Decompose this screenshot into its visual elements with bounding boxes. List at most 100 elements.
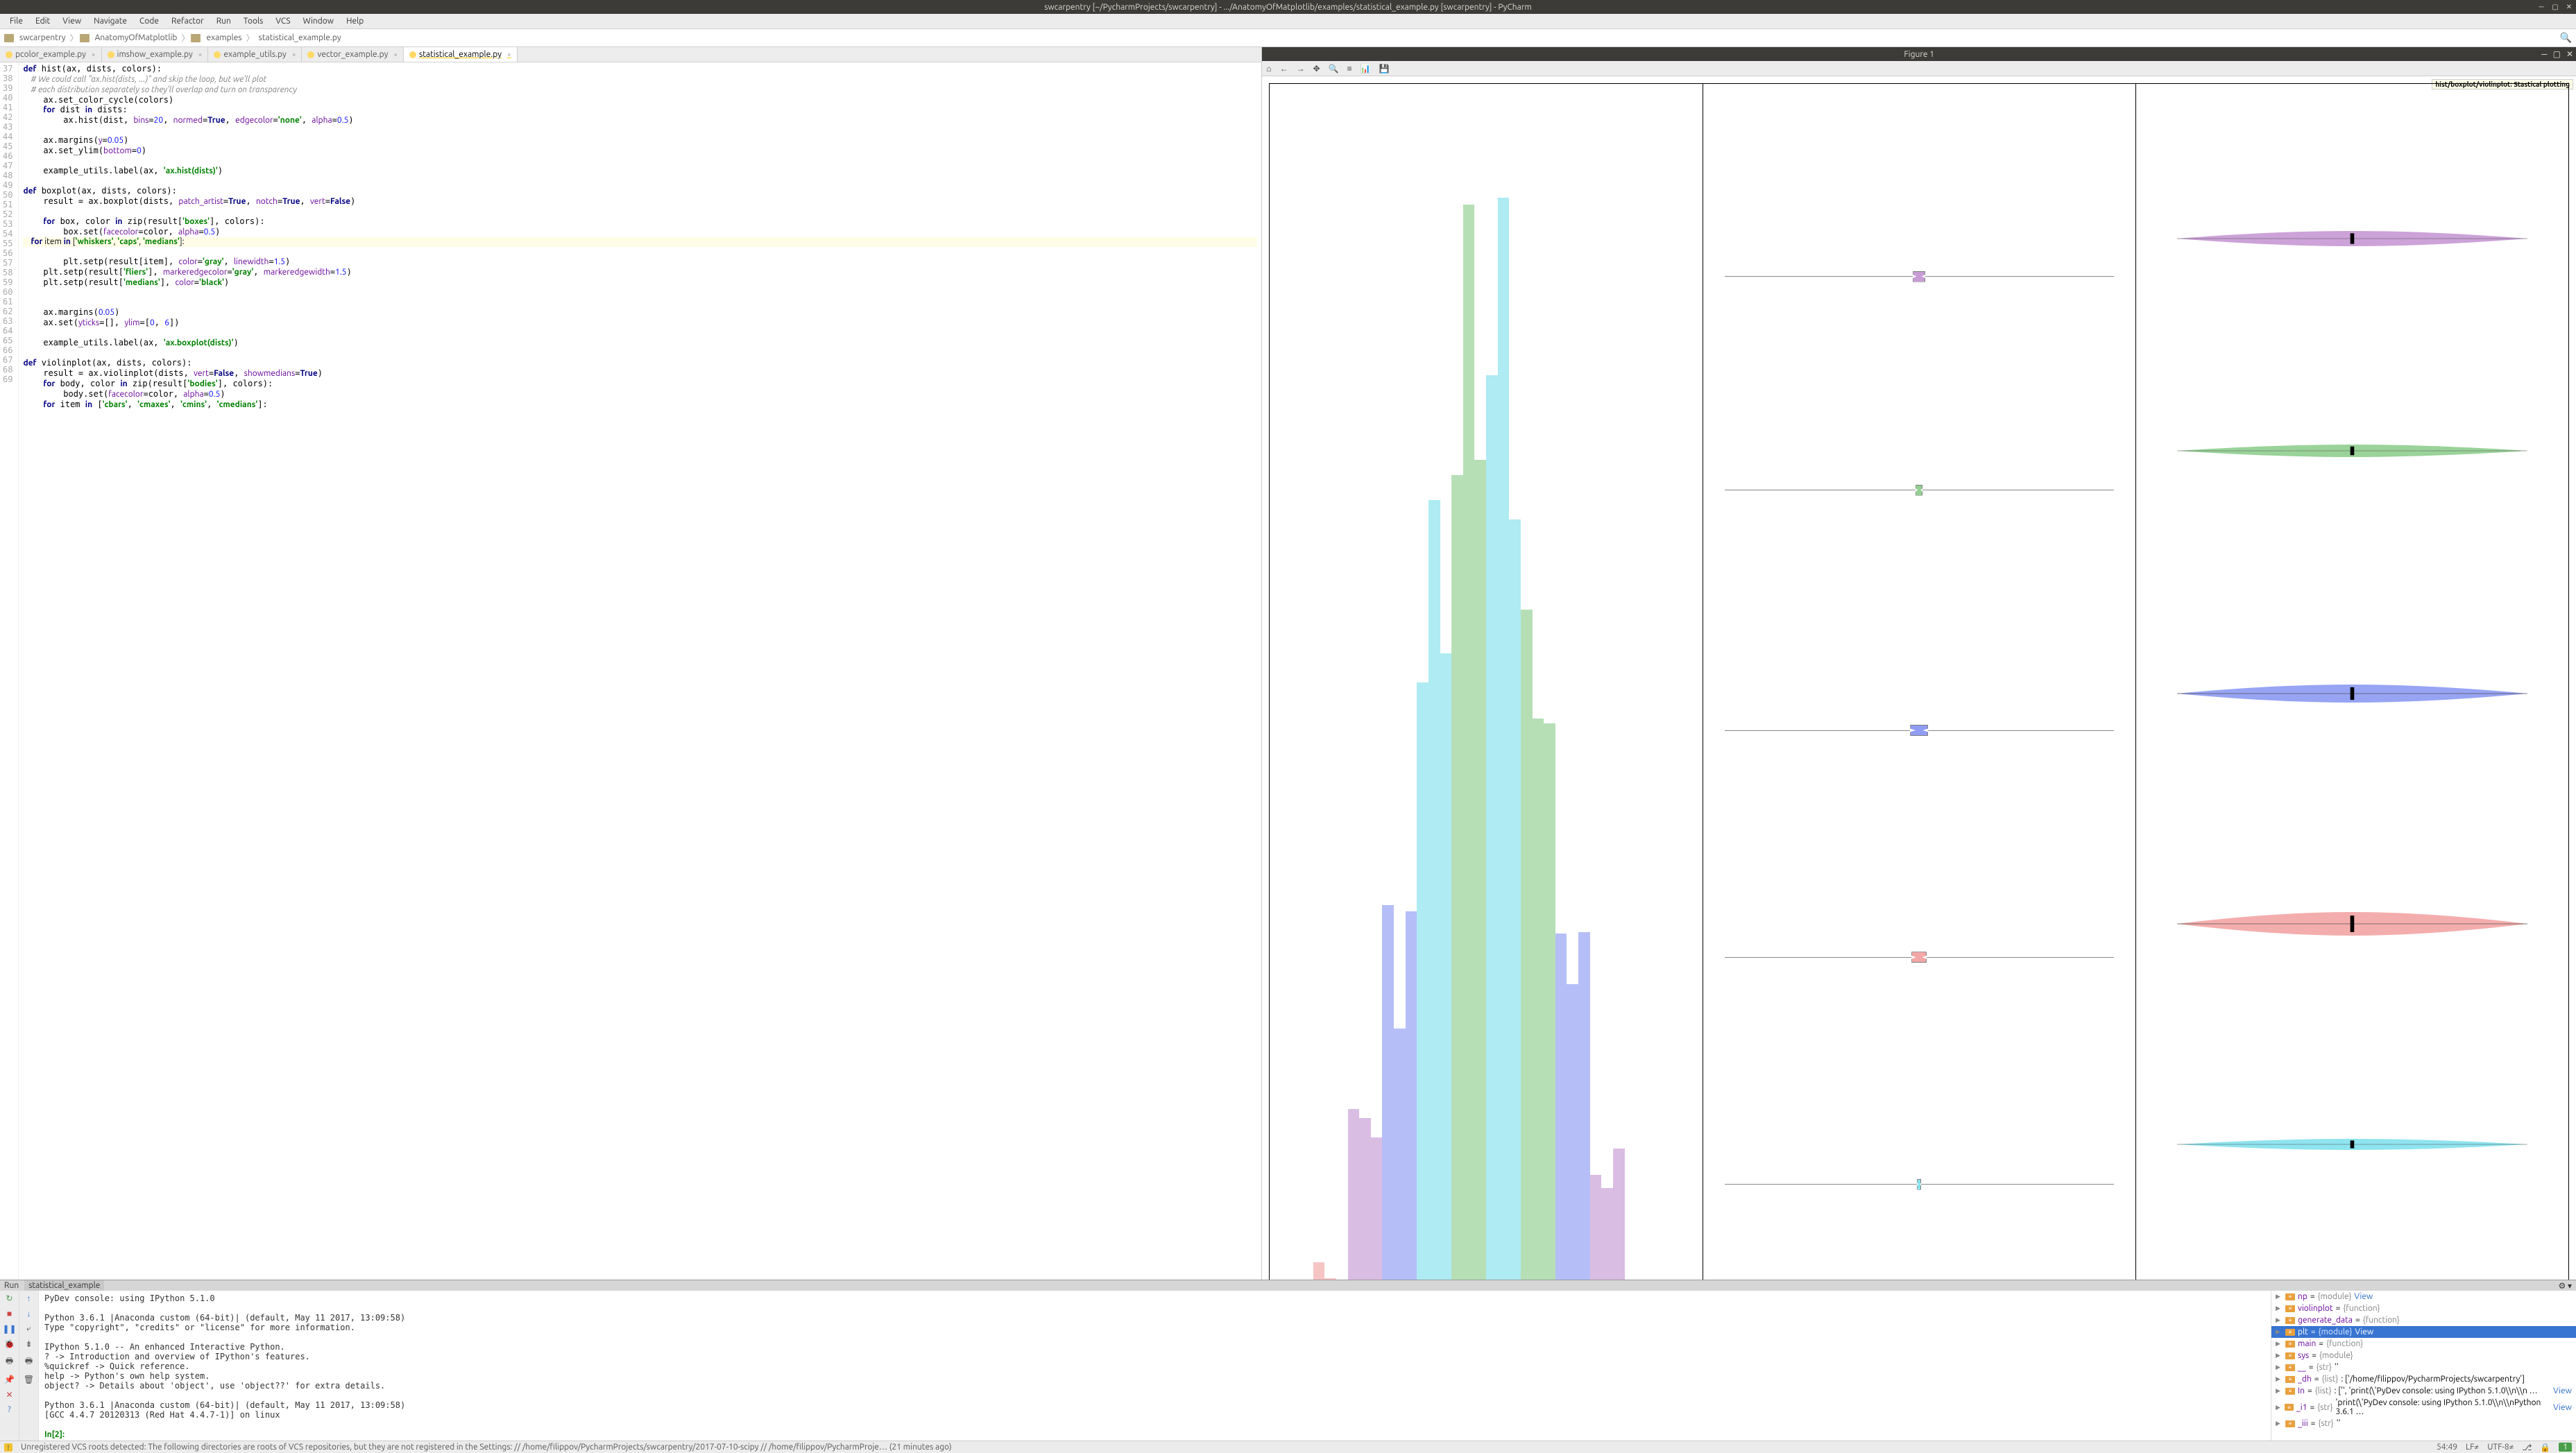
save-icon[interactable]: 💾 [1379,64,1390,74]
crumb-folder[interactable]: examples [203,33,244,42]
run-config[interactable]: statistical_example [24,1280,104,1291]
minimize-icon[interactable]: ─ [2537,3,2545,11]
figure-canvas[interactable]: hist/boxplot/violinplot: Stastical plott… [1262,76,2576,1427]
run-label[interactable]: Run [4,1281,19,1290]
expand-icon[interactable]: ▶ [2276,1305,2283,1312]
var-row-main[interactable]: ▶≡main = {function} [2271,1338,2576,1350]
pin-icon[interactable]: 📌 [4,1375,15,1384]
menu-run[interactable]: Run [211,15,237,27]
git-badge[interactable]: 1 [2559,1443,2572,1452]
expand-icon[interactable]: ▶ [2276,1293,2283,1300]
var-row-_iii[interactable]: ▶≡_iii = {str} '' [2271,1418,2576,1429]
expand-icon[interactable]: ▶ [2276,1340,2283,1348]
view-link[interactable]: View [2553,1386,2572,1395]
crumb-file[interactable]: statistical_example.py [256,33,344,42]
var-row-_i1[interactable]: ▶≡_i1 = {str} 'print(\'PyDev console: us… [2271,1397,2576,1418]
up-icon[interactable]: ↑ [27,1293,31,1303]
menu-view[interactable]: View [57,15,87,27]
expand-icon[interactable]: ▶ [2276,1387,2283,1395]
back-icon[interactable]: ← [1280,64,1288,74]
expand-icon[interactable]: ▶ [2276,1375,2283,1383]
crumb-folder[interactable]: AnatomyOfMatplotlib [92,33,180,42]
maximize-icon[interactable]: ▢ [2551,3,2559,11]
var-name: _dh [2298,1375,2312,1384]
tab-pcolor_example-py[interactable]: pcolor_example.py× [0,47,102,62]
tab-statistical_example-py[interactable]: statistical_example.py× [404,47,518,62]
search-icon[interactable]: 🔍 [2560,32,2572,44]
git-icon[interactable]: ⎇ [2522,1443,2532,1452]
view-link[interactable]: View [2553,1403,2572,1412]
var-type: {function} [2343,1304,2380,1313]
view-link[interactable]: View [2354,1292,2373,1301]
close-tab-icon[interactable]: × [292,51,296,58]
cursor-position[interactable]: 54:49 [2437,1443,2457,1452]
expand-icon[interactable]: ▶ [2276,1316,2283,1324]
tab-example_utils-py[interactable]: example_utils.py× [208,47,302,62]
code-area[interactable]: def hist(ax, dists, colors): # We could … [19,62,1261,1428]
menu-help[interactable]: Help [341,15,369,27]
var-row-generate_data[interactable]: ▶≡generate_data = {function} [2271,1314,2576,1326]
menu-window[interactable]: Window [298,15,339,27]
subplots-icon[interactable]: ≡ [1347,64,1352,74]
expand-icon[interactable]: ▶ [2276,1364,2283,1371]
close-tab-icon[interactable]: × [507,51,511,58]
scroll-icon[interactable]: ⇟ [25,1339,32,1349]
menu-code[interactable]: Code [134,15,164,27]
warning-icon[interactable]: ! [4,1443,12,1452]
variables-panel[interactable]: ▶≡np = {module} View▶≡violinplot = {func… [2271,1291,2576,1443]
debug-icon[interactable]: 🐞 [4,1339,15,1349]
wrap-icon[interactable]: ⤶ [26,1324,31,1334]
var-row-__[interactable]: ▶≡__ = {str} '' [2271,1361,2576,1373]
down-icon[interactable]: ↓ [27,1309,31,1318]
code-editor[interactable]: 3738394041424344454647484950515253545556… [0,62,1261,1428]
var-row-violinplot[interactable]: ▶≡violinplot = {function} [2271,1302,2576,1314]
var-value: '' [2335,1363,2339,1372]
encoding[interactable]: UTF-8≠ [2487,1443,2514,1452]
status-message[interactable]: Unregistered VCS roots detected: The fol… [21,1443,2428,1452]
lock-icon[interactable]: 🔒 [2540,1443,2550,1452]
pause-icon[interactable]: ❚❚ [2,1324,16,1334]
rerun-icon[interactable]: ↻ [6,1293,12,1303]
tab-vector_example-py[interactable]: vector_example.py× [302,47,404,62]
menu-file[interactable]: File [4,15,28,27]
close-icon[interactable]: ✕ [6,1390,12,1400]
tab-imshow_example-py[interactable]: imshow_example.py× [102,47,209,62]
stop-icon[interactable]: ■ [7,1309,12,1318]
menu-navigate[interactable]: Navigate [88,15,133,27]
forward-icon[interactable]: → [1297,64,1305,74]
var-type: {list} [2322,1375,2339,1384]
close-tab-icon[interactable]: × [92,51,96,58]
close-icon[interactable]: ✕ [2565,3,2573,11]
var-row-plt[interactable]: ▶≡plt = {module} View [2271,1326,2576,1338]
close-tab-icon[interactable]: × [393,51,398,58]
expand-icon[interactable]: ▶ [2276,1404,2282,1411]
expand-icon[interactable]: ▶ [2276,1420,2283,1427]
view-link[interactable]: View [2355,1327,2373,1336]
trash-icon[interactable]: 🗑 [24,1375,34,1384]
console-output[interactable]: PyDev console: using IPython 5.1.0Python… [39,1291,2271,1443]
minimize-icon[interactable]: ─ [2541,49,2548,59]
home-icon[interactable]: ⌂ [1266,64,1271,74]
print-icon[interactable]: 🖶 [25,1355,33,1369]
close-icon[interactable]: ✕ [2566,49,2573,59]
settings-icon[interactable]: 🖶 [6,1355,13,1369]
menu-edit[interactable]: Edit [30,15,56,27]
gear-icon[interactable]: ⚙ ▾ [2558,1281,2572,1291]
expand-icon[interactable]: ▶ [2276,1328,2283,1336]
var-row-np[interactable]: ▶≡np = {module} View [2271,1291,2576,1302]
menu-refactor[interactable]: Refactor [166,15,210,27]
pan-icon[interactable]: ✥ [1313,64,1320,74]
menu-tools[interactable]: Tools [238,15,269,27]
var-row-sys[interactable]: ▶≡sys = {module} [2271,1350,2576,1361]
menu-vcs[interactable]: VCS [270,15,296,27]
axis-icon[interactable]: 📊 [1360,64,1371,74]
line-separator[interactable]: LF≠ [2466,1443,2479,1452]
expand-icon[interactable]: ▶ [2276,1352,2283,1359]
maximize-icon[interactable]: ▢ [2553,49,2561,59]
zoom-icon[interactable]: 🔍 [1329,64,1339,74]
var-row-_dh[interactable]: ▶≡_dh = {list} : ['/home/filippov/Pychar… [2271,1373,2576,1385]
help-icon[interactable]: ? [8,1405,11,1414]
close-tab-icon[interactable]: × [198,51,203,58]
var-row-In[interactable]: ▶≡In = {list} : ['', 'print(\'PyDev cons… [2271,1385,2576,1397]
crumb-project[interactable]: swcarpentry [17,33,69,42]
